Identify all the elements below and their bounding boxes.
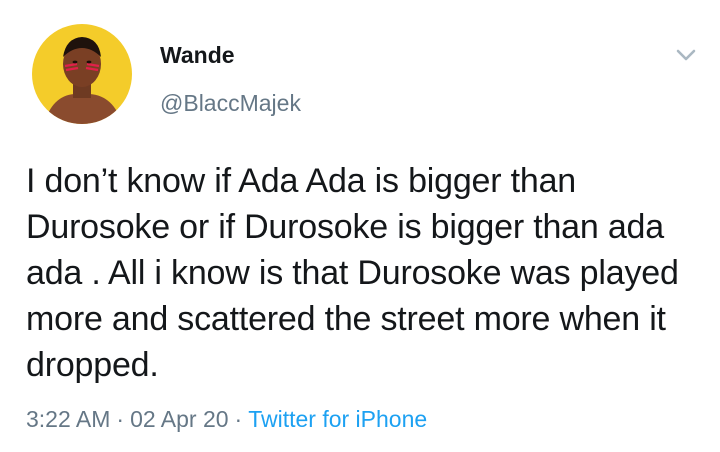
avatar[interactable] [32, 24, 132, 124]
avatar-image [32, 24, 132, 124]
tweet-text: I don’t know if Ada Ada is bigger than D… [26, 162, 679, 384]
tweet-date: 02 Apr 20 [130, 406, 229, 432]
tweet-time: 3:22 AM [26, 406, 111, 432]
chevron-down-icon[interactable] [670, 42, 702, 68]
tweet-card: Wande @BlaccMajek I don’t know if Ada Ad… [0, 0, 720, 452]
tweet-source-link[interactable]: Twitter for iPhone [248, 406, 427, 432]
tweet-metadata: 3:22 AM · 02 Apr 20 · Twitter for iPhone [26, 404, 427, 434]
display-name[interactable]: Wande [160, 40, 235, 70]
separator: · [234, 406, 243, 432]
separator: · [116, 406, 125, 432]
user-handle[interactable]: @BlaccMajek [160, 88, 301, 118]
